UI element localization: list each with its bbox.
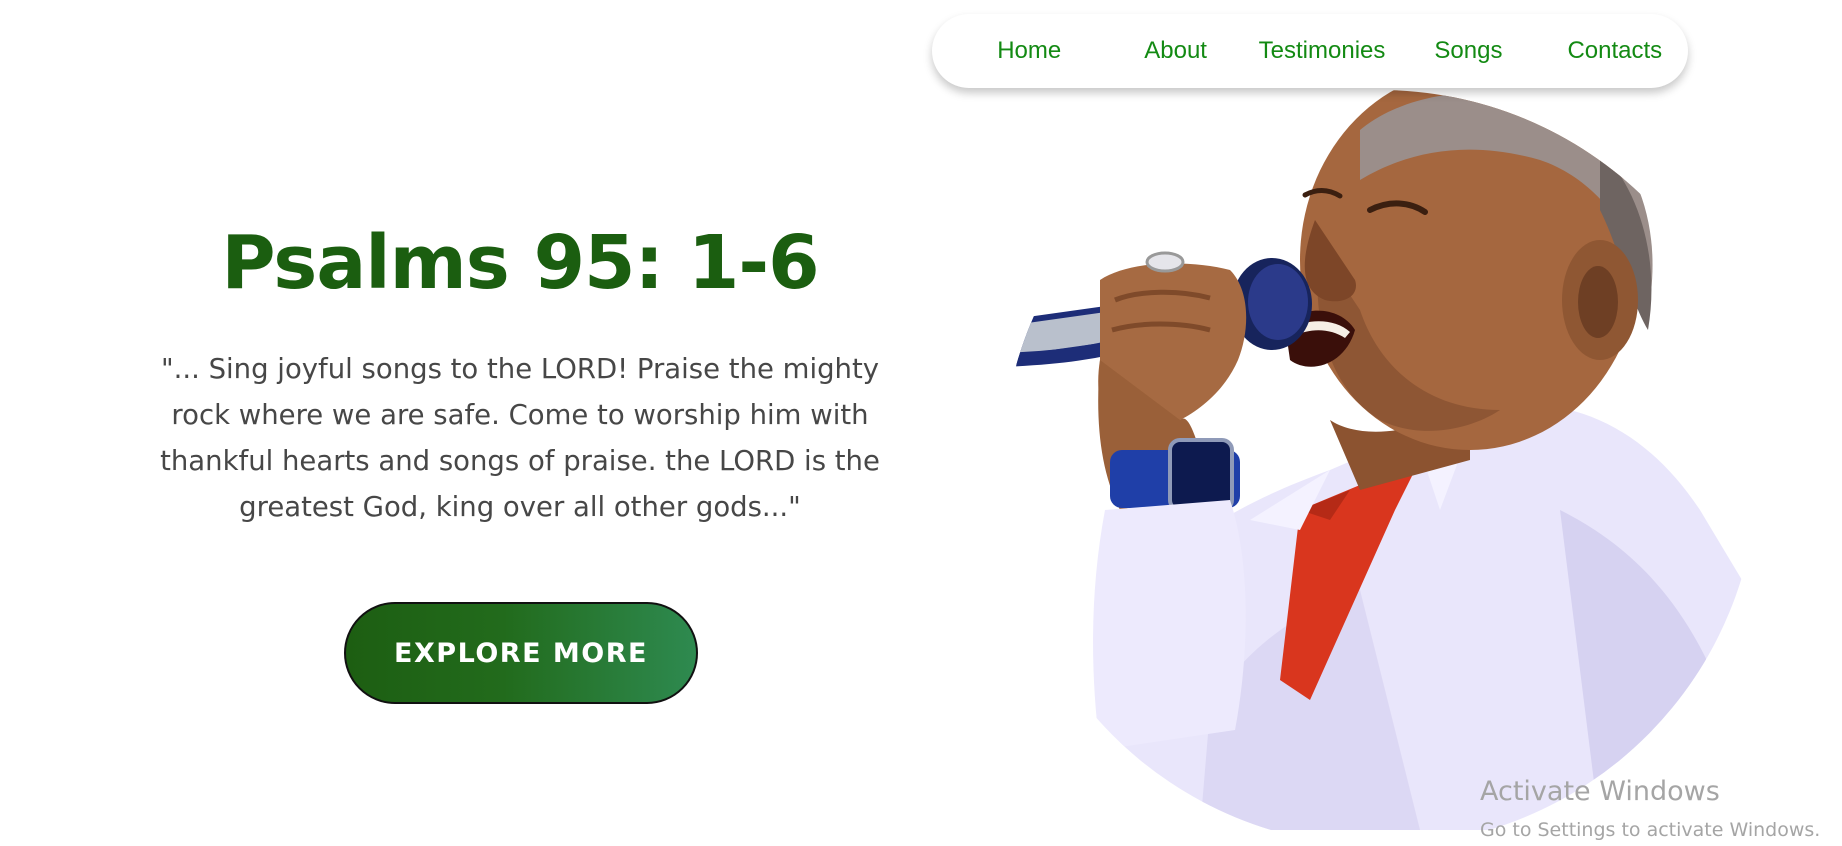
watch-icon [1110,438,1240,512]
nav-link-about[interactable]: About [1102,37,1248,65]
nav-link-contacts[interactable]: Contacts [1542,37,1688,65]
hero-title: Psalms 95: 1-6 [221,220,819,306]
nav-link-songs[interactable]: Songs [1395,37,1541,65]
nav-link-home[interactable]: Home [956,37,1102,65]
explore-more-button[interactable]: EXPLORE MORE [344,602,698,704]
main-nav: Home About Testimonies Songs Contacts [932,14,1688,88]
nav-link-testimonies[interactable]: Testimonies [1249,37,1395,65]
singer-photo [1002,90,1758,830]
hero-quote: "... Sing joyful songs to the LORD! Prai… [160,353,880,523]
activate-windows-subtitle: Go to Settings to activate Windows. [1480,819,1821,841]
activate-windows-watermark: Activate Windows [1480,776,1720,807]
hero-image [1000,90,1760,830]
